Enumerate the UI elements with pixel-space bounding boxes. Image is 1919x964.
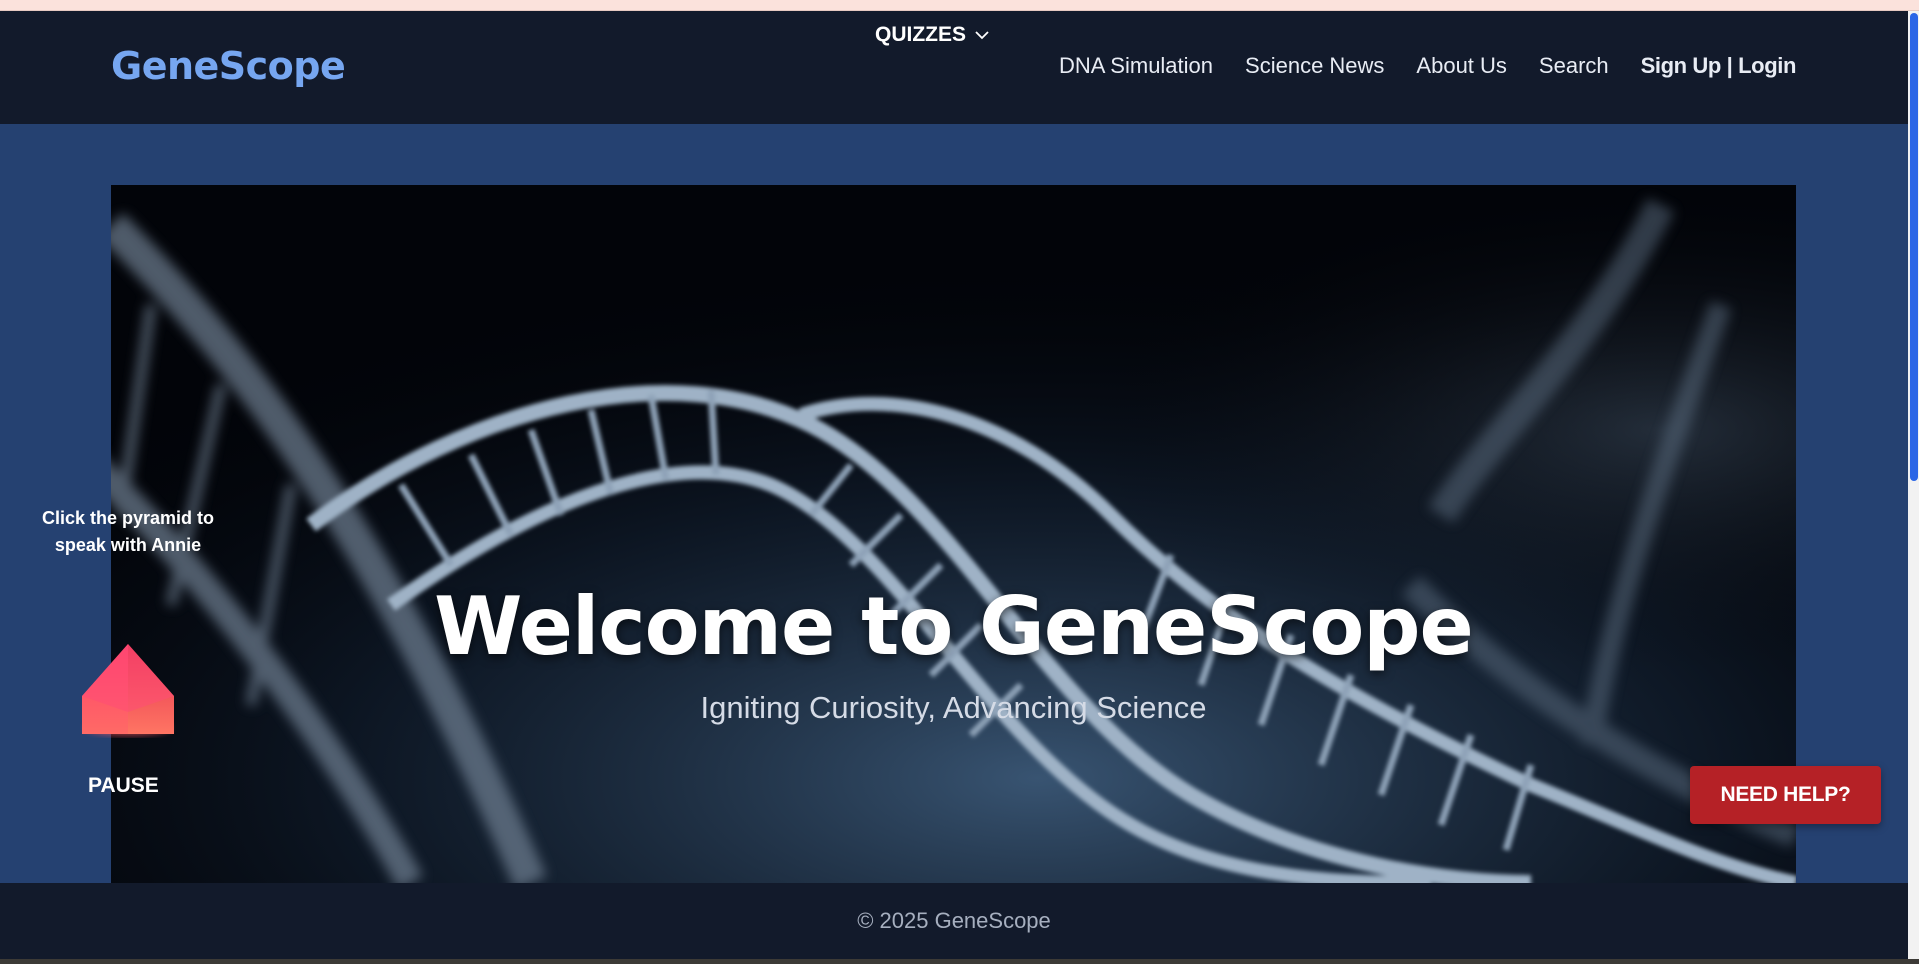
browser-top-strip [0,0,1919,11]
hero-title: Welcome to GeneScope [434,580,1474,673]
navbar: GeneScope QUIZZES DNA Simulation Science… [0,11,1908,124]
footer: © 2025 GeneScope [0,883,1908,959]
scrollbar-thumb[interactable] [1910,13,1918,481]
main-nav: DNA Simulation Science News About Us Sea… [1059,53,1796,79]
taskbar-edge [0,959,1919,964]
need-help-button[interactable]: NEED HELP? [1690,766,1881,824]
annie-instruction: Click the pyramid to speak with Annie [41,508,215,555]
hero-subtitle: Igniting Curiosity, Advancing Science [700,690,1207,725]
pause-button[interactable]: PAUSE [88,774,159,798]
quizzes-label: QUIZZES [875,23,967,46]
site-logo[interactable]: GeneScope [111,44,346,88]
nav-link-dna-simulation[interactable]: DNA Simulation [1059,53,1213,79]
hero-banner: Welcome to GeneScope Igniting Curiosity,… [111,185,1796,883]
nav-link-about-us[interactable]: About Us [1416,53,1507,79]
quizzes-dropdown[interactable]: QUIZZES [875,23,990,47]
footer-copyright: © 2025 GeneScope [857,908,1051,933]
dna-hero-image [111,185,1796,883]
page-scrollbar[interactable] [1908,11,1919,959]
signup-login-link[interactable]: Sign Up | Login [1641,53,1797,79]
chevron-down-icon [975,31,989,40]
nav-link-search[interactable]: Search [1539,53,1609,79]
pyramid-icon[interactable] [80,642,176,738]
nav-link-science-news[interactable]: Science News [1245,53,1384,79]
